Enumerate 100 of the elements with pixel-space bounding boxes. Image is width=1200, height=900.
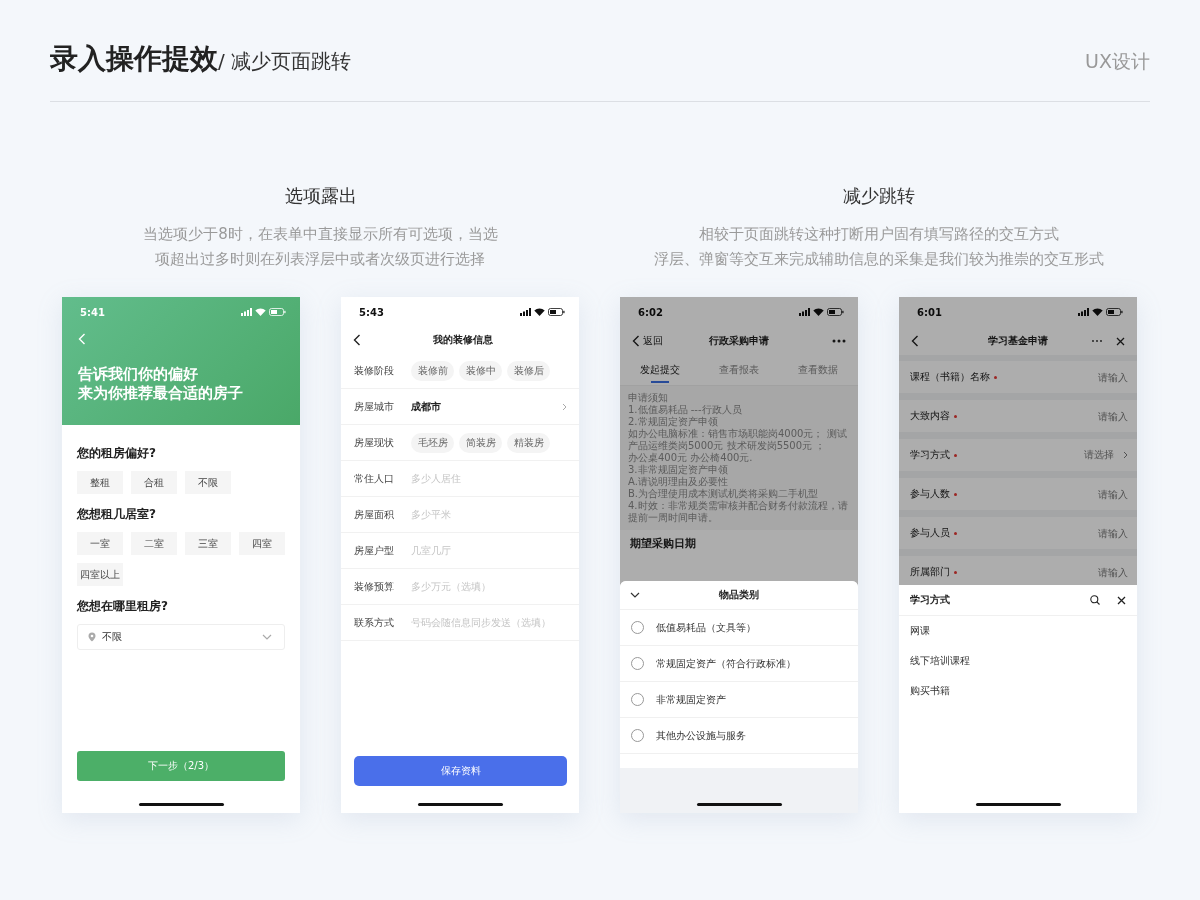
status-time: 6:02 — [638, 306, 663, 318]
section-description: 相较于页面跳转这种打断用户固有填写路径的交互方式 — [698, 224, 1059, 245]
section-description: 项超出过多时则在列表浮层中或者次级页进行选择 — [155, 249, 486, 270]
notice-text: 1.低值易耗品 ---行政人员 — [628, 404, 743, 416]
option-label[interactable]: 低值易耗品（文具等） — [656, 620, 756, 635]
option-chip[interactable]: 整租 — [77, 471, 123, 494]
input-field[interactable]: 请输入 — [1068, 527, 1128, 539]
page-heading: 来为你推荐最合适的房子 — [78, 384, 244, 403]
screen-title: 行政采购申请 — [708, 334, 770, 348]
status-time: 6:01 — [917, 306, 942, 318]
battery-icon — [548, 308, 565, 316]
screen-title: 学习基金申请 — [987, 334, 1049, 348]
option-chip[interactable]: 三室 — [185, 532, 231, 555]
field-label: 常住人口 — [354, 471, 395, 486]
option-label[interactable]: 其他办公设施与服务 — [656, 728, 746, 743]
chevron-down-icon — [262, 634, 272, 640]
back-icon[interactable] — [632, 335, 640, 347]
option-chip[interactable]: 精装房 — [507, 432, 550, 453]
field-label: 联系方式 — [354, 615, 395, 630]
field-label: 学习方式 — [910, 448, 950, 462]
option-label[interactable]: 常规固定资产（符合行政标准） — [656, 656, 796, 671]
chevron-right-icon — [562, 402, 567, 411]
option-chip[interactable]: 合租 — [131, 471, 177, 494]
sheet-title: 物品类别 — [718, 588, 760, 602]
field-label: 房屋现状 — [354, 435, 395, 450]
back-button[interactable]: 返回 — [632, 334, 682, 348]
option-chip[interactable]: 不限 — [185, 471, 231, 494]
option-chip[interactable]: 一室 — [77, 532, 123, 555]
input-field[interactable]: 请输入 — [1068, 488, 1128, 500]
option-chip[interactable]: 装修后 — [507, 360, 550, 381]
wifi-icon — [813, 308, 824, 316]
field-label: 装修阶段 — [354, 363, 395, 378]
notice-text: 2.常规固定资产申领 — [628, 416, 719, 428]
close-icon[interactable] — [1117, 595, 1126, 605]
field-label: 课程（书籍）名称 — [910, 370, 990, 384]
battery-icon — [269, 308, 286, 316]
field-label: 房屋面积 — [354, 507, 395, 522]
notice-text: 如办公电脑标准：销售市场职能岗4000元； 测试产品运维类岗5000元 技术研发岗5500元 ； — [628, 428, 848, 452]
chevron-right-icon — [1123, 451, 1128, 459]
field-label: 大致内容 — [910, 409, 950, 423]
field-value[interactable]: 成都市 — [411, 399, 441, 414]
section-description: 当选项少于8时，在表单中直接显示所有可选项，当选 — [143, 224, 498, 245]
option-chip[interactable]: 装修前 — [411, 360, 454, 381]
list-item[interactable]: 网课 — [899, 616, 1137, 646]
wifi-icon — [1092, 308, 1103, 316]
category-tag: UX设计 — [1085, 49, 1150, 75]
input-field[interactable]: 请输入 — [1068, 410, 1128, 422]
field-label: 所属部门 — [910, 565, 950, 579]
field-label: 参与人员 — [910, 526, 950, 540]
notice-text: 3.非常规固定资产申领 — [628, 464, 729, 476]
question-label: 您的租房偏好? — [77, 445, 157, 462]
question-label: 您想租几居室? — [77, 506, 157, 523]
battery-icon — [1106, 308, 1123, 316]
option-chip[interactable]: 装修中 — [459, 360, 502, 381]
list-item[interactable]: 购买书籍 — [899, 676, 1137, 706]
collapse-icon[interactable] — [630, 592, 640, 598]
screen-title: 我的装修信息 — [432, 333, 494, 347]
field-label: 装修预算 — [354, 579, 395, 594]
option-chip[interactable]: 简装房 — [459, 432, 502, 453]
field-label: 期望采购日期 — [629, 536, 697, 551]
field-label: 参与人数 — [910, 487, 950, 501]
section-title: 减少跳转 — [842, 184, 915, 208]
page-subtitle: / 减少页面跳转 — [218, 49, 352, 73]
option-chip[interactable]: 四室以上 — [77, 563, 123, 586]
signal-icon — [520, 308, 531, 316]
page-heading: 告诉我们你的偏好 — [78, 365, 199, 384]
save-button[interactable]: 保存资料 — [354, 756, 567, 786]
option-chip[interactable]: 四室 — [239, 532, 285, 555]
signal-icon — [1078, 308, 1089, 316]
notice-text: 申请须知 — [628, 392, 669, 404]
wifi-icon — [255, 308, 266, 316]
search-icon[interactable] — [1090, 595, 1100, 605]
sheet-title: 学习方式 — [910, 593, 950, 607]
status-time: 5:43 — [359, 306, 384, 318]
input-field[interactable]: 请输入 — [1068, 371, 1128, 383]
select-field[interactable]: 请选择 — [1084, 448, 1128, 462]
location-pin-icon — [88, 632, 96, 642]
section-description: 浮层、弹窗等交互来完成辅助信息的采集是我们较为推崇的交互形式 — [653, 249, 1104, 270]
signal-icon — [241, 308, 252, 316]
signal-icon — [799, 308, 810, 316]
field-label: 房屋户型 — [354, 543, 395, 558]
dropdown-value: 不限 — [102, 630, 122, 644]
section-title: 选项露出 — [284, 184, 357, 208]
option-chip[interactable]: 二室 — [131, 532, 177, 555]
status-time: 5:41 — [80, 306, 105, 318]
option-label[interactable]: 非常规固定资产 — [656, 692, 726, 707]
input-field[interactable]: 请输入 — [1068, 566, 1128, 578]
page-title: 录入操作提效 — [50, 42, 218, 75]
tab[interactable]: 发起提交 — [620, 355, 700, 385]
location-dropdown[interactable]: 不限 — [77, 624, 285, 650]
back-icon[interactable] — [911, 335, 919, 347]
more-icon[interactable] — [832, 339, 846, 343]
question-label: 您想在哪里租房? — [77, 598, 169, 615]
close-icon[interactable] — [1116, 336, 1125, 346]
notice-text: A.请说明理由及必要性 — [628, 476, 729, 488]
wifi-icon — [534, 308, 545, 316]
list-item[interactable]: 线下培训课程 — [899, 646, 1137, 676]
back-icon[interactable] — [353, 334, 361, 346]
field-label: 房屋城市 — [354, 399, 395, 414]
option-chip[interactable]: 毛坯房 — [411, 432, 454, 453]
